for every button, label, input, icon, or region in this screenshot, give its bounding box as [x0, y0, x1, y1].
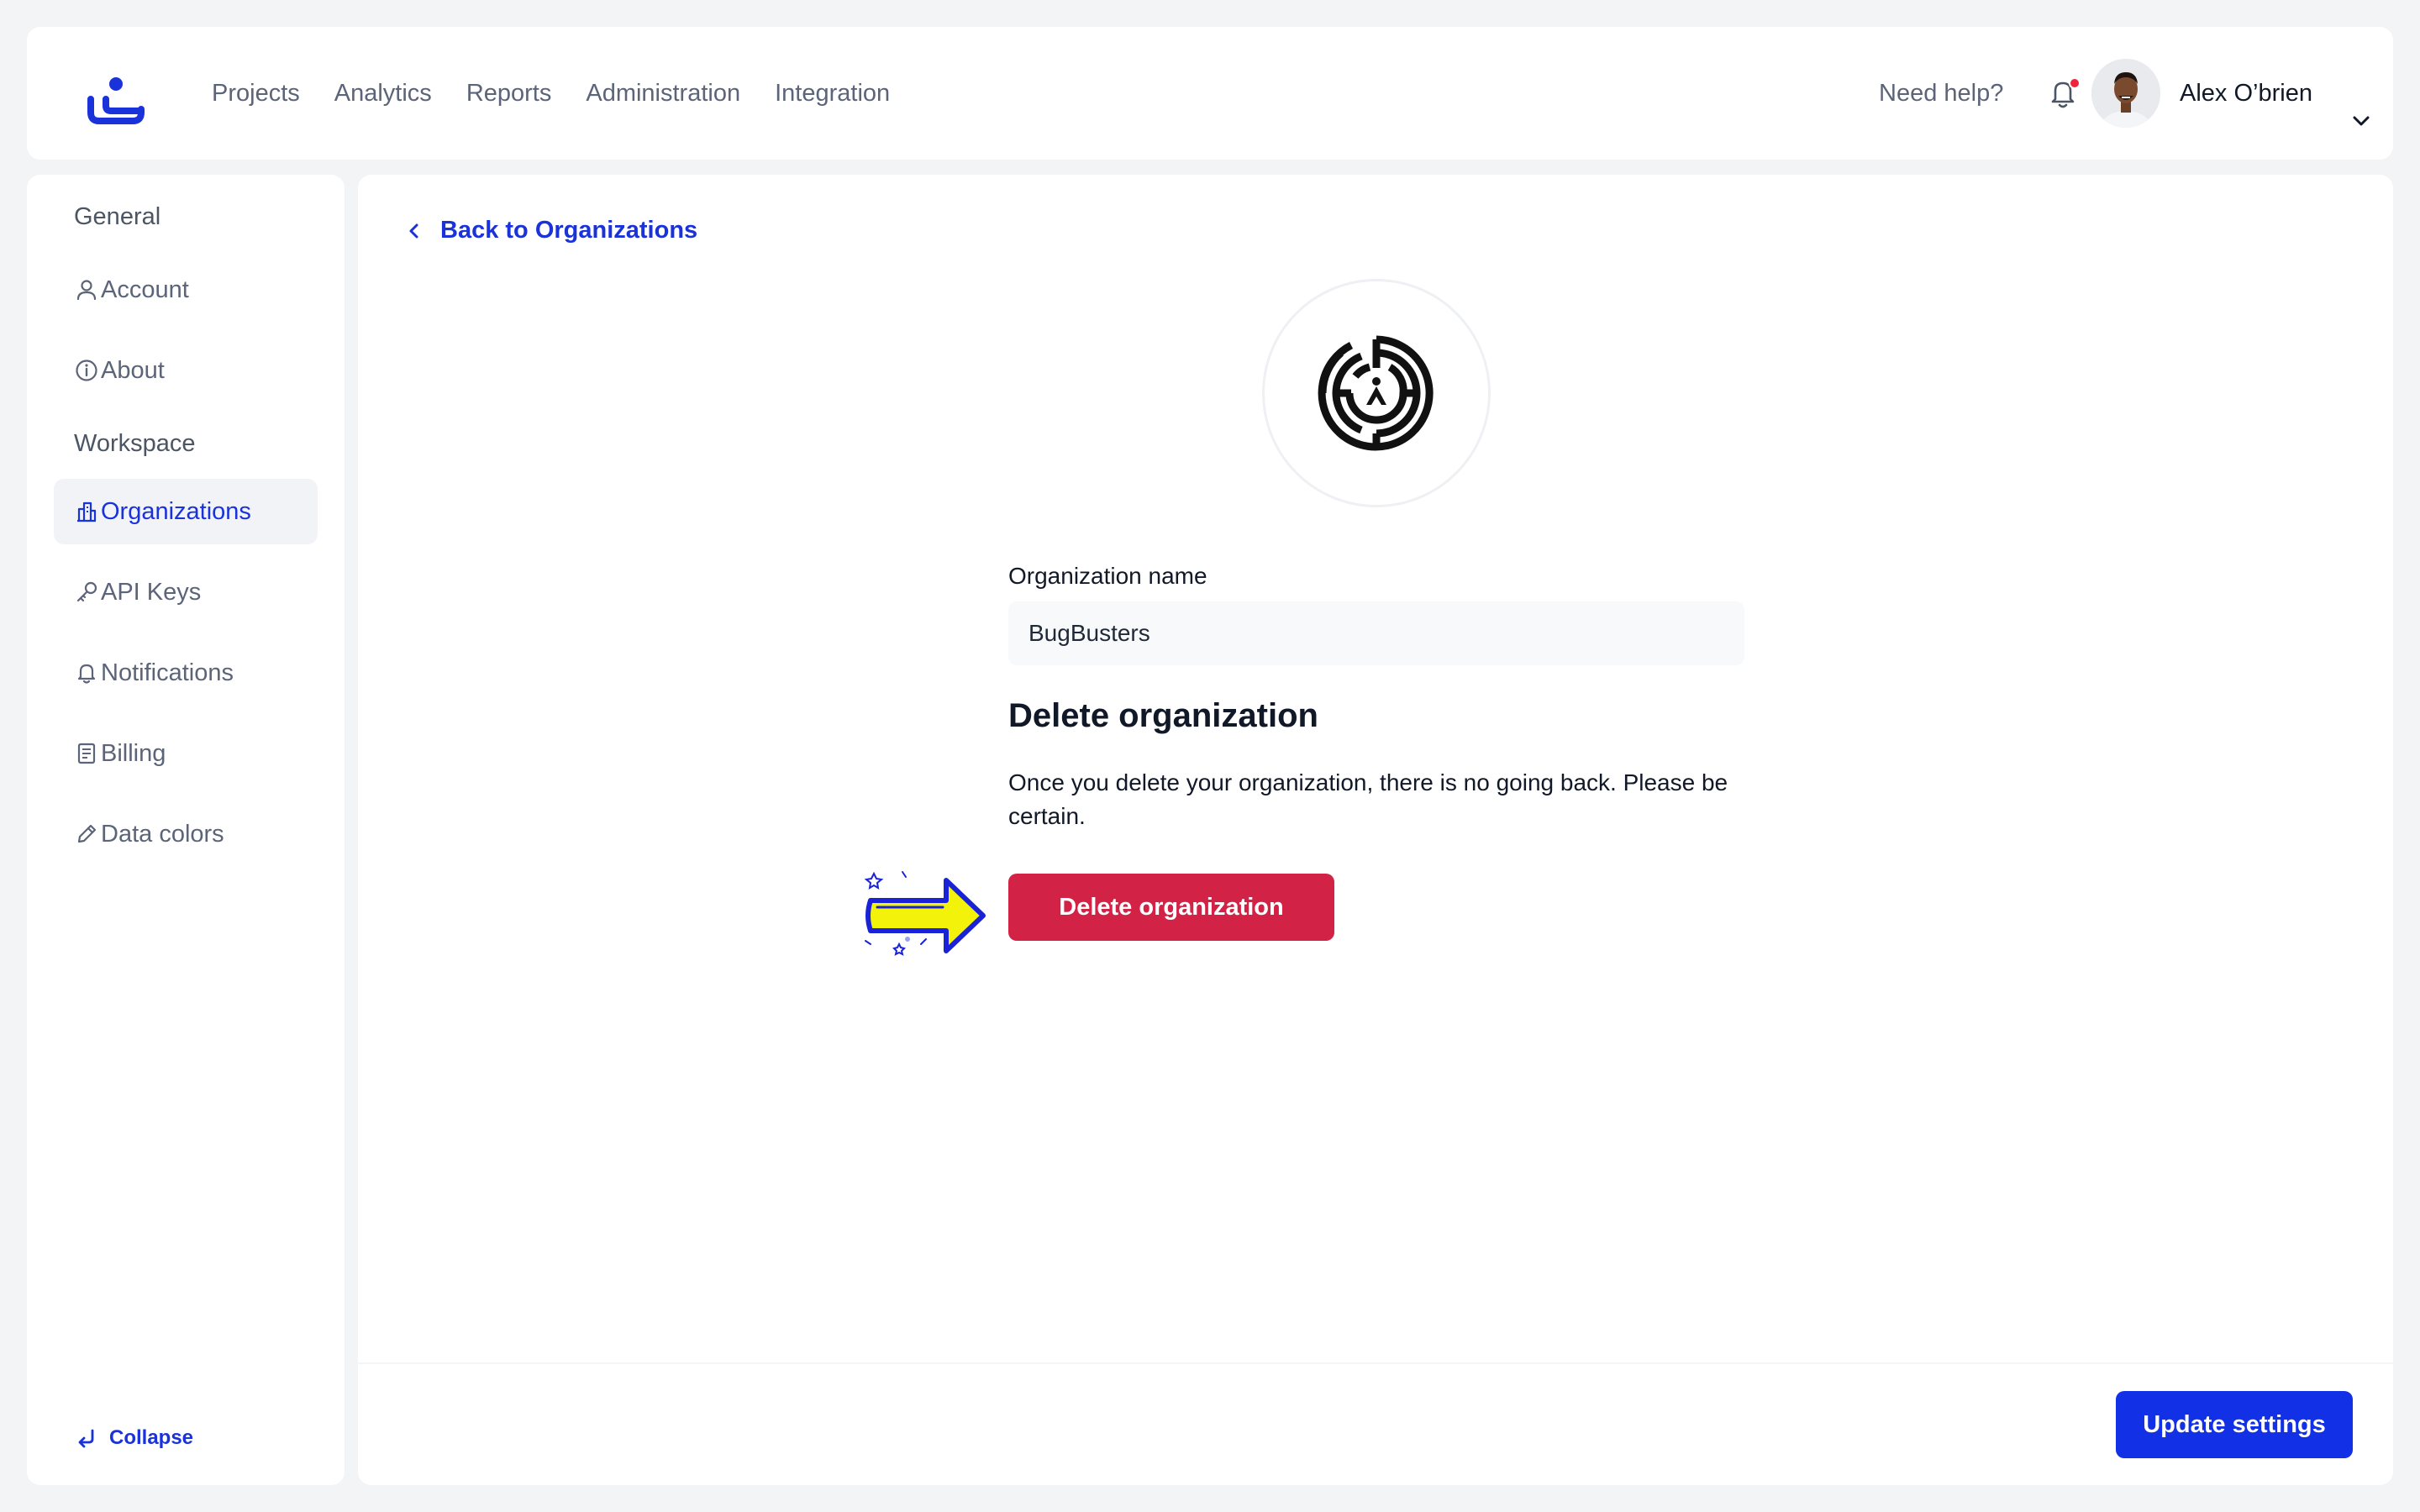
organization-name-label: Organization name: [1008, 563, 1207, 589]
nav-analytics[interactable]: Analytics: [334, 80, 432, 108]
notification-badge: [2069, 77, 2081, 89]
sidebar-item-label: About: [101, 356, 165, 384]
update-settings-button[interactable]: Update settings: [2116, 1391, 2353, 1458]
organization-logo[interactable]: [1262, 279, 1491, 507]
sidebar-item-label: Organizations: [101, 497, 251, 525]
main-panel: Back to Organizations Organization name …: [358, 175, 2393, 1485]
document-icon: [77, 743, 96, 764]
need-help-link[interactable]: Need help?: [1879, 27, 2003, 160]
back-to-organizations-link[interactable]: Back to Organizations: [405, 217, 697, 244]
nav-integration[interactable]: Integration: [775, 80, 890, 108]
footer-divider: [358, 1362, 2393, 1364]
pencil-icon: [77, 824, 97, 843]
back-link-label: Back to Organizations: [440, 217, 698, 244]
app-logo-icon[interactable]: [82, 69, 150, 136]
chevron-left-icon: [409, 223, 418, 238]
building-icon: [77, 501, 97, 522]
delete-warning-text: Once you delete your organization, there…: [1008, 769, 1728, 829]
sidebar-item-data-colors[interactable]: Data colors: [54, 801, 318, 867]
nav-projects[interactable]: Projects: [212, 80, 300, 108]
user-menu-name[interactable]: Alex O’brien: [2180, 27, 2312, 160]
user-icon: [76, 280, 97, 301]
delete-organization-heading: Delete organization: [1008, 697, 1318, 734]
sidebar-item-api-keys[interactable]: API Keys: [54, 559, 318, 625]
collapse-label: Collapse: [109, 1426, 194, 1449]
sidebar-item-notifications[interactable]: Notifications: [54, 640, 318, 706]
bell-icon: [77, 664, 96, 684]
return-arrow-icon: [78, 1429, 94, 1448]
nav-reports[interactable]: Reports: [466, 80, 552, 108]
maze-logo-icon: [1318, 335, 1434, 451]
sidebar-item-about[interactable]: About: [54, 338, 318, 403]
sidebar-item-billing[interactable]: Billing: [54, 721, 318, 786]
avatar[interactable]: [2091, 59, 2160, 128]
notifications-button[interactable]: [2044, 74, 2082, 113]
sidebar-item-label: Account: [101, 276, 189, 303]
sidebar-section-general: General: [74, 203, 161, 230]
organization-name-input[interactable]: [1008, 601, 1744, 665]
sidebar-item-label: API Keys: [101, 578, 202, 606]
sidebar-item-organizations[interactable]: Organizations: [54, 479, 318, 544]
info-icon: [76, 360, 97, 381]
sidebar-item-label: Notifications: [101, 659, 234, 686]
top-navigation-bar: Projects Analytics Reports Administratio…: [27, 27, 2393, 160]
key-icon: [76, 581, 97, 602]
sidebar-item-label: Billing: [101, 739, 166, 767]
sidebar-section-workspace: Workspace: [74, 430, 196, 457]
sidebar-item-account[interactable]: Account: [54, 257, 318, 323]
nav-administration[interactable]: Administration: [586, 80, 740, 108]
collapse-button[interactable]: Collapse: [76, 1426, 193, 1450]
sidebar: General Account About Workspace Organiza…: [27, 175, 345, 1485]
avatar-portrait-icon: [2091, 59, 2160, 128]
sidebar-item-label: Data colors: [101, 820, 224, 848]
chevron-down-icon[interactable]: [2349, 109, 2373, 133]
main-nav: Projects Analytics Reports Administratio…: [212, 27, 890, 160]
delete-organization-button[interactable]: Delete organization: [1008, 874, 1334, 941]
highlight-arrow-icon: [864, 871, 986, 956]
